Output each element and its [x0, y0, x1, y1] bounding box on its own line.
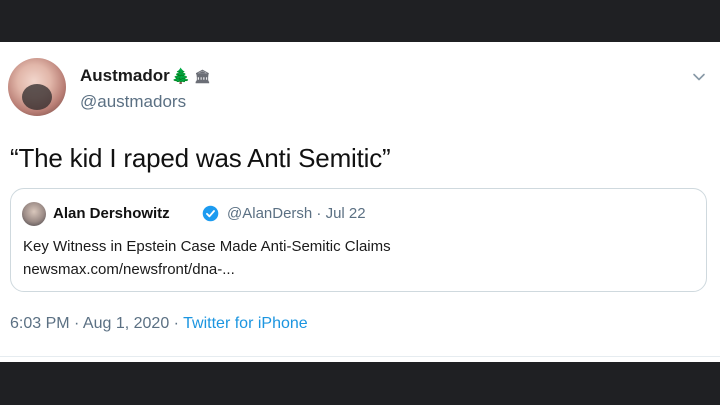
- user-handle[interactable]: @austmadors: [80, 92, 186, 112]
- verified-badge-icon: [202, 205, 219, 222]
- user-display-name[interactable]: Austmador 🌲 🏛: [80, 66, 211, 86]
- avatar-image-detail: [22, 84, 52, 110]
- quoted-tweet[interactable]: Alan Dershowitz @AlanDersh · Jul 22 Key …: [10, 188, 707, 292]
- top-dark-bar: [0, 0, 720, 42]
- tree-emoji-icon: 🌲: [171, 68, 191, 85]
- quoted-handle-date: @AlanDersh · Jul 22: [227, 205, 366, 222]
- tweet-timestamp[interactable]: 6:03 PM · Aug 1, 2020 ·: [10, 315, 179, 332]
- quoted-user-avatar[interactable]: [22, 202, 46, 226]
- tweet-text: “The kid I raped was Anti Semitic”: [10, 143, 391, 173]
- display-name-text: Austmador: [80, 66, 170, 85]
- tweet-card: Austmador 🌲 🏛 @austmadors “The kid I raped…: [0, 42, 720, 362]
- bottom-dark-bar: [0, 362, 720, 405]
- quoted-user-name[interactable]: Alan Dershowitz: [53, 205, 170, 222]
- quoted-tweet-text: Key Witness in Epstein Case Made Anti-Se…: [23, 238, 391, 255]
- quoted-tweet-link[interactable]: newsmax.com/newsfront/dna-...: [23, 261, 235, 278]
- user-avatar[interactable]: [8, 58, 66, 116]
- classical-building-emoji-icon: 🏛: [194, 69, 211, 84]
- chevron-down-icon[interactable]: [692, 70, 706, 84]
- tweet-source-link[interactable]: Twitter for iPhone: [183, 315, 308, 332]
- divider: [0, 356, 720, 357]
- tweet-metadata: 6:03 PM · Aug 1, 2020 · Twitter for iPho…: [10, 315, 308, 333]
